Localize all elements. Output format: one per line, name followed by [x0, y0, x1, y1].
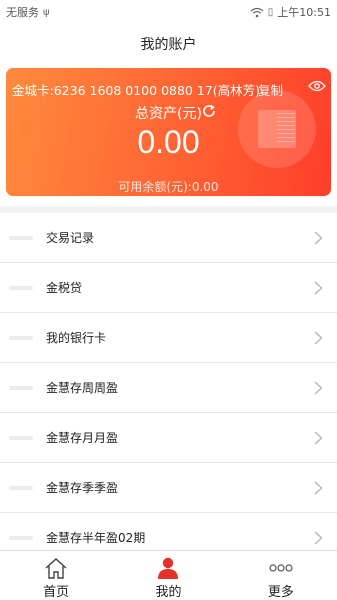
- menu-item-label: 我的银行卡: [46, 331, 107, 345]
- more-icon: [269, 564, 293, 572]
- account-menu: 交易记录 金税贷 我的银行卡 金慧存周周盈 金慧存月月盈 金慧存季季盈 金慧存半…: [0, 213, 337, 563]
- chevron-right-icon: [314, 231, 323, 245]
- account-card: 金城卡:6236 1608 0100 0880 17(高林芳) 复制 总资产(元…: [6, 68, 331, 196]
- tab-more[interactable]: 更多: [225, 551, 337, 600]
- chevron-right-icon: [314, 531, 323, 545]
- item-placeholder-icon: [9, 236, 33, 240]
- total-assets-value: 0.00: [137, 124, 200, 160]
- item-placeholder-icon: [9, 386, 33, 390]
- battery-icon: ▯: [267, 6, 274, 18]
- user-icon: [158, 557, 179, 579]
- chevron-right-icon: [314, 431, 323, 445]
- tab-label: 更多: [267, 585, 294, 600]
- status-left: 无服务 ψ: [6, 4, 50, 20]
- menu-item-tax-loan[interactable]: 金税贷: [0, 263, 337, 313]
- page-title: 我的账户: [140, 37, 197, 53]
- copy-button[interactable]: 复制: [258, 80, 283, 99]
- item-placeholder-icon: [9, 536, 33, 540]
- total-assets-label: 总资产(元): [6, 103, 331, 123]
- tab-label: 我的: [155, 585, 182, 600]
- card-number: 金城卡:6236 1608 0100 0880 17(高林芳): [12, 83, 261, 98]
- refresh-icon[interactable]: [201, 103, 217, 119]
- account-card-section: 金城卡:6236 1608 0100 0880 17(高林芳) 复制 总资产(元…: [0, 64, 337, 206]
- menu-item-label: 金慧存周周盈: [46, 381, 119, 395]
- total-assets-label-text: 总资产(元): [135, 106, 202, 122]
- chevron-right-icon: [314, 481, 323, 495]
- menu-item-monthly-deposit[interactable]: 金慧存月月盈: [0, 413, 337, 463]
- page-header: 我的账户: [0, 24, 337, 64]
- tab-home[interactable]: 首页: [0, 551, 112, 600]
- bottom-nav: 首页 我的 更多: [0, 550, 337, 600]
- chevron-right-icon: [314, 331, 323, 345]
- menu-item-quarterly-deposit[interactable]: 金慧存季季盈: [0, 463, 337, 513]
- chevron-right-icon: [314, 281, 323, 295]
- menu-item-label: 金税贷: [46, 281, 83, 295]
- menu-item-bank-cards[interactable]: 我的银行卡: [0, 313, 337, 363]
- menu-item-transactions[interactable]: 交易记录: [0, 213, 337, 263]
- menu-item-weekly-deposit[interactable]: 金慧存周周盈: [0, 363, 337, 413]
- item-placeholder-icon: [9, 336, 33, 340]
- item-placeholder-icon: [9, 286, 33, 290]
- status-bar: 无服务 ψ ▯ 上午10:51: [0, 0, 337, 24]
- chevron-right-icon: [314, 381, 323, 395]
- menu-item-label: 交易记录: [46, 231, 95, 245]
- home-icon: [45, 558, 67, 579]
- menu-item-label: 金慧存月月盈: [46, 431, 119, 445]
- carrier-text: 无服务: [6, 6, 39, 19]
- tab-label: 首页: [43, 585, 70, 600]
- usb-icon: ψ: [43, 6, 50, 18]
- status-time: 上午10:51: [277, 6, 331, 19]
- item-placeholder-icon: [9, 436, 33, 440]
- item-placeholder-icon: [9, 486, 33, 490]
- status-right: ▯ 上午10:51: [250, 4, 331, 20]
- tab-mine[interactable]: 我的: [112, 551, 224, 600]
- eye-icon[interactable]: [308, 80, 326, 92]
- available-balance: 可用余额(元):0.00: [118, 180, 219, 194]
- wifi-icon: [250, 7, 264, 17]
- menu-item-label: 金慧存半年盈02期: [46, 531, 146, 545]
- menu-item-label: 金慧存季季盈: [46, 481, 119, 495]
